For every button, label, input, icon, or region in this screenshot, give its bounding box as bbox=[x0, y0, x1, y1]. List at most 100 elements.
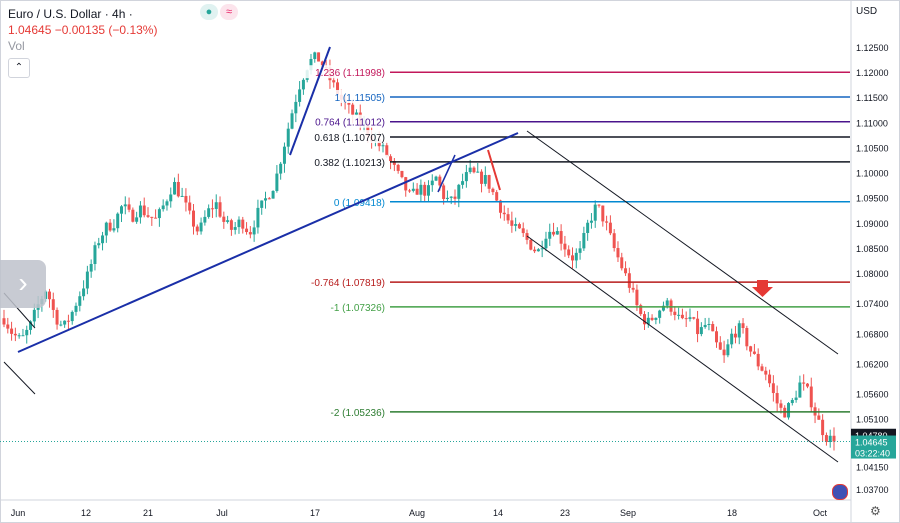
candle-body bbox=[627, 273, 631, 288]
candle-body bbox=[684, 318, 688, 320]
y-tick-label: 1.04150 bbox=[856, 462, 889, 472]
candle-body bbox=[715, 331, 719, 343]
candle-body bbox=[260, 200, 264, 208]
channel-upper-line bbox=[526, 130, 839, 355]
candle-body bbox=[521, 228, 525, 234]
x-tick-label: Aug bbox=[409, 508, 425, 518]
candle-body bbox=[722, 349, 726, 356]
candle-body bbox=[514, 224, 518, 226]
grid-layer bbox=[0, 0, 900, 523]
candle-body bbox=[574, 252, 578, 261]
candle-body bbox=[237, 219, 241, 228]
candle-body bbox=[483, 175, 487, 184]
candle-body bbox=[2, 318, 6, 325]
candle-body bbox=[589, 220, 593, 223]
scroll-back-arrow-icon[interactable]: › bbox=[0, 260, 46, 308]
candle-body bbox=[210, 208, 214, 210]
candle-body bbox=[783, 407, 787, 418]
y-tick-label: 1.12500 bbox=[856, 43, 889, 53]
outer-border bbox=[0, 0, 900, 523]
candle-body bbox=[252, 227, 256, 235]
candle-body bbox=[517, 224, 521, 229]
candle-body bbox=[790, 399, 794, 404]
candle-body bbox=[389, 156, 393, 162]
candle-body bbox=[787, 403, 791, 418]
candle-body bbox=[760, 366, 764, 371]
candle-body bbox=[680, 314, 684, 319]
candle-body bbox=[66, 320, 70, 322]
fib-level-label: 0.764 (1.11012) bbox=[315, 118, 385, 129]
candle-body bbox=[510, 220, 514, 226]
candle-body bbox=[97, 243, 101, 246]
candle-body bbox=[119, 206, 123, 214]
fibonacci-layer: 1.236 (1.11998) 1 (1.11505) 0.764 (1.11012… bbox=[292, 65, 850, 419]
candle-body bbox=[805, 383, 809, 387]
candle-body bbox=[298, 89, 302, 102]
candle-body bbox=[586, 222, 590, 233]
candles-layer bbox=[2, 51, 836, 451]
candle-body bbox=[275, 173, 279, 191]
candle-body bbox=[207, 208, 211, 217]
settings-gear-icon[interactable]: ⚙ bbox=[870, 504, 881, 518]
uptrend-line bbox=[17, 132, 519, 353]
fib-level-label: 1 (1.11505) bbox=[335, 93, 385, 104]
candle-body bbox=[408, 190, 412, 192]
candle-body bbox=[468, 167, 472, 173]
candle-body bbox=[673, 311, 677, 316]
live-dot-icon[interactable]: ● bbox=[200, 4, 218, 20]
candle-body bbox=[749, 346, 753, 352]
candle-body bbox=[802, 382, 806, 384]
y-tick-label: 1.03700 bbox=[856, 485, 889, 495]
candle-body bbox=[540, 248, 544, 250]
candle-body bbox=[578, 248, 582, 253]
chart-canvas[interactable]: 1.236 (1.11998) 1 (1.11505) 0.764 (1.11012… bbox=[0, 0, 900, 523]
candle-body bbox=[688, 317, 692, 319]
candle-body bbox=[127, 204, 131, 210]
currency-label[interactable]: USD bbox=[856, 6, 877, 17]
wave-indicator-icon[interactable]: ≈ bbox=[220, 4, 238, 20]
candle-body bbox=[74, 305, 78, 312]
candle-body bbox=[404, 177, 408, 191]
y-tick-label: 1.11500 bbox=[856, 93, 888, 103]
candle-body bbox=[824, 435, 828, 442]
y-tick-label: 1.05100 bbox=[856, 415, 889, 425]
candle-body bbox=[631, 287, 635, 290]
candle-body bbox=[142, 205, 146, 216]
symbol-title[interactable]: Euro / U.S. Dollar · 4h · bbox=[8, 7, 133, 21]
candle-body bbox=[191, 210, 195, 227]
volume-label[interactable]: Vol bbox=[8, 39, 25, 53]
chart-frame: 1.236 (1.11998) 1 (1.11505) 0.764 (1.11012… bbox=[0, 0, 900, 523]
left-channel-line bbox=[3, 361, 36, 395]
candle-body bbox=[764, 370, 768, 375]
x-tick-label: 21 bbox=[143, 508, 153, 518]
candle-body bbox=[245, 228, 249, 233]
chart-header: Euro / U.S. Dollar · 4h · 1.04645 −0.001… bbox=[8, 6, 157, 54]
candle-body bbox=[506, 214, 510, 221]
candle-body bbox=[222, 216, 226, 222]
candle-body bbox=[771, 383, 775, 394]
fib-level-label: -0.764 (1.07819) bbox=[311, 278, 385, 289]
candle-body bbox=[59, 324, 63, 326]
candle-body bbox=[650, 317, 654, 320]
candle-body bbox=[605, 221, 609, 223]
candle-body bbox=[544, 238, 548, 249]
candle-body bbox=[313, 52, 317, 59]
candle-body bbox=[101, 235, 105, 244]
candle-body bbox=[180, 195, 184, 197]
candle-body bbox=[267, 198, 271, 200]
candle-body bbox=[199, 222, 203, 232]
candle-body bbox=[332, 80, 336, 83]
collapse-chevron-icon[interactable]: ⌃ bbox=[8, 58, 30, 78]
fib-level-label: 1.236 (1.11998) bbox=[315, 68, 385, 79]
x-tick-label: Sep bbox=[620, 508, 636, 518]
fib-level-label: -2 (1.05236) bbox=[331, 408, 385, 419]
candle-body bbox=[480, 171, 484, 184]
candle-body bbox=[248, 232, 252, 235]
candle-body bbox=[17, 335, 21, 337]
candle-body bbox=[699, 327, 703, 335]
candle-body bbox=[157, 209, 161, 219]
candle-body bbox=[533, 249, 537, 252]
candle-body bbox=[707, 324, 711, 326]
price-tag-label: 03:22:40 bbox=[855, 449, 890, 459]
candle-body bbox=[794, 397, 798, 400]
